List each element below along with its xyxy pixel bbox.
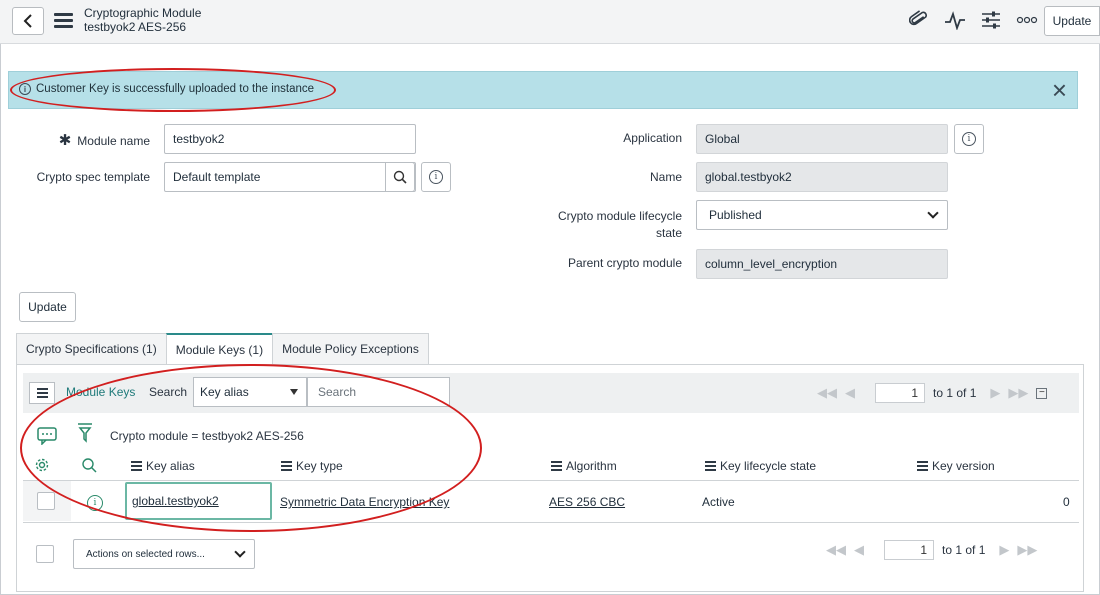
next-page-icon[interactable]: ▶ [999, 542, 1009, 558]
select-all-checkbox[interactable] [36, 545, 54, 563]
success-alert: i Customer Key is successfully uploaded … [8, 71, 1078, 109]
list-menu-icon[interactable] [29, 382, 55, 404]
row-checkbox[interactable] [37, 492, 55, 510]
crypto-spec-info-button[interactable]: i [421, 162, 451, 192]
caret-down-icon [290, 389, 298, 395]
column-menu-icon[interactable] [131, 461, 142, 471]
lifecycle-select[interactable]: Published [696, 200, 948, 230]
info-icon: i [962, 132, 976, 146]
info-icon: i [87, 495, 103, 511]
bottom-pager: ◀◀ ◀ 1 to 1 of 1 ▶ ▶▶ [826, 540, 1037, 560]
update-button[interactable]: Update [19, 292, 76, 322]
last-page-icon[interactable]: ▶▶ [1017, 542, 1037, 558]
list-title[interactable]: Module Keys [66, 385, 135, 399]
tab-module-policy-exceptions[interactable]: Module Policy Exceptions [272, 333, 429, 365]
activity-icon[interactable] [944, 9, 966, 31]
prev-page-icon[interactable]: ◀ [845, 385, 855, 401]
tab-module-keys[interactable]: Module Keys (1) [165, 333, 274, 365]
list-toolbar: Module Keys Search Key alias Search ◀◀ ◀… [23, 373, 1079, 413]
column-header-key-type[interactable]: Key type [281, 459, 343, 473]
chevron-down-icon [927, 207, 939, 219]
actions-select[interactable]: Actions on selected rows... [73, 539, 255, 569]
application-label: Application [623, 131, 682, 145]
first-page-icon[interactable]: ◀◀ [817, 385, 837, 401]
filter-icon[interactable] [77, 423, 93, 446]
search-icon[interactable] [81, 457, 97, 476]
name-field: global.testbyok2 [696, 162, 948, 192]
next-page-icon[interactable]: ▶ [990, 385, 1000, 401]
column-header-key-version[interactable]: Key version [917, 459, 995, 473]
info-icon: i [429, 170, 443, 184]
module-name-label: ✱ Module name [58, 132, 150, 149]
key-state-value: Active [702, 495, 735, 509]
first-page-icon[interactable]: ◀◀ [826, 542, 846, 558]
comment-icon[interactable] [37, 427, 57, 448]
page-range: to 1 of 1 [942, 543, 986, 557]
search-label: Search [149, 385, 188, 399]
filter-condition[interactable]: Crypto module = testbyok2 AES-256 [110, 429, 304, 443]
lifecycle-label: Crypto module lifecycle state [557, 209, 682, 240]
module-keys-list: Module Keys Search Key alias Search ◀◀ ◀… [16, 364, 1084, 592]
alert-message: Customer Key is successfully uploaded to… [36, 83, 315, 95]
last-page-icon[interactable]: ▶▶ [1008, 385, 1028, 401]
column-menu-icon[interactable] [917, 461, 928, 471]
column-header-key-alias[interactable]: Key alias [131, 459, 195, 473]
key-alias-link[interactable]: global.testbyok2 [132, 494, 219, 508]
name-label: Name [649, 170, 682, 184]
back-button[interactable] [12, 7, 44, 35]
header-update-button[interactable]: Update [1044, 6, 1100, 36]
close-icon[interactable]: × [1052, 77, 1067, 103]
chevron-down-icon [234, 546, 246, 558]
lookup-button[interactable] [385, 162, 415, 192]
tab-crypto-specifications[interactable]: Crypto Specifications (1) [16, 333, 167, 365]
record-title-display: testbyok2 AES-256 [84, 20, 187, 34]
search-input[interactable]: Search [307, 377, 450, 407]
required-icon: ✱ [58, 132, 72, 149]
column-header-key-lifecycle-state[interactable]: Key lifecycle state [705, 459, 816, 473]
column-header-algorithm[interactable]: Algorithm [551, 459, 617, 473]
application-field: Global [696, 124, 948, 154]
key-version-value: 0 [1063, 495, 1070, 509]
chevron-left-icon [23, 14, 32, 28]
column-menu-icon[interactable] [705, 461, 716, 471]
parent-module-label: Parent crypto module [567, 256, 682, 270]
key-type-link[interactable]: Symmetric Data Encryption Key [280, 495, 449, 509]
search-icon [393, 170, 407, 184]
menu-icon[interactable] [54, 13, 73, 28]
collapse-icon[interactable]: − [1036, 387, 1048, 399]
column-menu-icon[interactable] [281, 461, 292, 471]
key-alias-cell[interactable]: global.testbyok2 [125, 482, 272, 520]
module-name-field[interactable]: testbyok2 [164, 124, 416, 154]
page-input[interactable]: 1 [875, 383, 925, 403]
paperclip-icon[interactable] [908, 9, 930, 31]
row-info-button[interactable]: i [87, 494, 103, 511]
application-info-button[interactable]: i [954, 124, 984, 154]
crypto-spec-label: Crypto spec template [36, 170, 150, 184]
page-input[interactable]: 1 [884, 540, 934, 560]
parent-module-field: column_level_encryption [696, 249, 948, 279]
algorithm-link[interactable]: AES 256 CBC [549, 495, 625, 509]
column-menu-icon[interactable] [551, 461, 562, 471]
prev-page-icon[interactable]: ◀ [854, 542, 864, 558]
record-header: Cryptographic Module testbyok2 AES-256 U… [0, 0, 1100, 44]
page-range: to 1 of 1 [933, 386, 977, 400]
more-icon[interactable] [1016, 9, 1038, 31]
crypto-spec-field[interactable]: Default template [164, 162, 416, 192]
info-icon: i [19, 83, 31, 95]
top-pager: ◀◀ ◀ 1 to 1 of 1 ▶ ▶▶ − [817, 383, 1048, 403]
search-field-select[interactable]: Key alias [193, 377, 307, 407]
gear-icon[interactable] [34, 457, 50, 476]
sliders-icon[interactable] [980, 9, 1002, 31]
record-title: Cryptographic Module testbyok2 AES-256 [84, 6, 201, 34]
related-lists-tabs: Crypto Specifications (1) Module Keys (1… [16, 333, 429, 365]
row-divider [23, 522, 1079, 523]
record-title-table: Cryptographic Module [84, 6, 202, 20]
